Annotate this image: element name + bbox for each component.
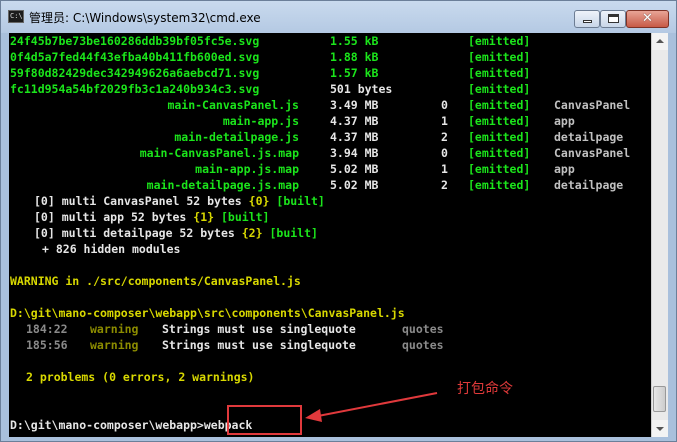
- annotation-arrow: [305, 392, 438, 422]
- annotation-label: 打包命令: [457, 381, 513, 397]
- arrow-head: [305, 409, 322, 422]
- arrow-line: [317, 392, 438, 417]
